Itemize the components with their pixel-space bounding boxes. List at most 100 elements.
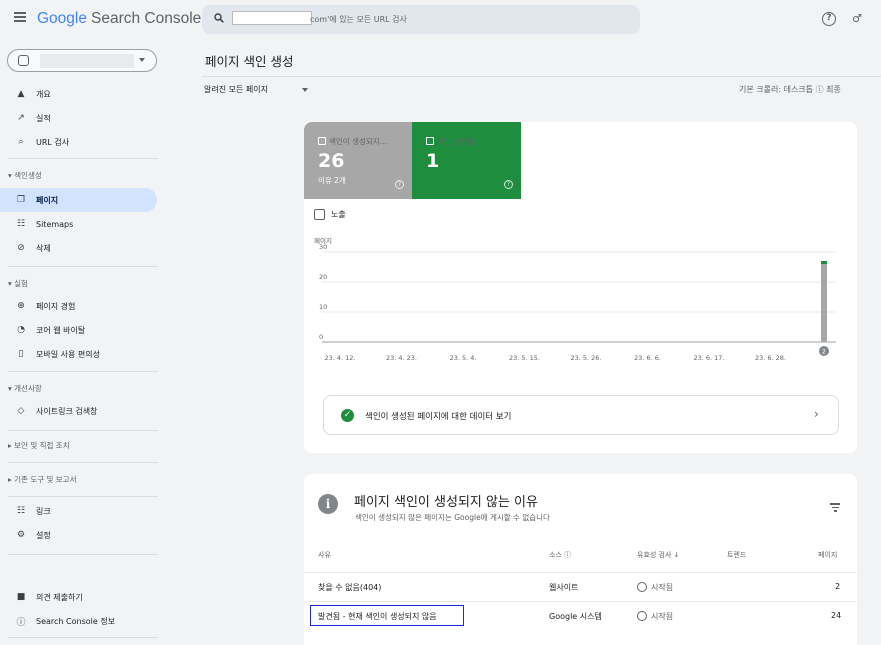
chevron-down-icon[interactable] xyxy=(302,88,308,92)
column-header-pages[interactable]: 페이지 xyxy=(818,550,837,560)
menu-icon[interactable] xyxy=(14,12,26,22)
sidebar-item-pages[interactable]: ❐ 페이지 xyxy=(0,188,157,212)
x-tick-label: 23. 6. 6. xyxy=(634,354,661,362)
section-security[interactable]: ▸ 보안 및 직접 조치 xyxy=(8,440,70,451)
clock-icon xyxy=(637,611,647,621)
help-icon[interactable]: ? xyxy=(395,180,404,189)
column-header-validation[interactable]: 유효성 검사 ↓ xyxy=(637,550,680,560)
reasons-title: 페이지 색인이 생성되지 않는 이유 xyxy=(354,495,538,510)
remove-icon: ⊘ xyxy=(17,243,25,253)
x-tick-label: 23. 4. 23. xyxy=(386,354,417,362)
sidebar-item-performance[interactable]: ↗ 실적 xyxy=(0,106,168,130)
view-indexed-label: 색인이 생성된 페이지에 대한 데이터 보기 xyxy=(365,412,512,422)
impressions-toggle[interactable]: 노출 xyxy=(314,209,346,220)
clock-icon xyxy=(637,582,647,592)
sidebar-item-feedback[interactable]: ■ 의견 제출하기 xyxy=(0,585,168,609)
x-tick-label: 23. 6. 28. xyxy=(755,354,786,362)
column-header-source[interactable]: 소스 ⓘ xyxy=(549,550,571,560)
chevron-right-icon: › xyxy=(814,407,819,421)
sidebar-item-url-inspect[interactable]: ⌕ URL 검사 xyxy=(0,130,168,154)
y-tick-label: 0 xyxy=(319,333,323,341)
section-enhancements[interactable]: ▾ 개선사항 xyxy=(8,383,42,394)
help-icon[interactable]: ? xyxy=(822,12,836,26)
sidebar-item-about[interactable]: ⓘ Search Console 정보 xyxy=(0,609,168,633)
plus-circle-icon: ⊕ xyxy=(17,301,25,311)
x-tick-label: 23. 6. 17. xyxy=(693,354,724,362)
table-row[interactable]: 찾을 수 없음(404) 웹사이트 시작됨 2 xyxy=(304,572,857,600)
tile-value: 26 xyxy=(318,150,345,172)
row-reason: 발견됨 - 현재 색인이 생성되지 않음 xyxy=(318,612,437,621)
section-experience[interactable]: ▾ 실험 xyxy=(8,278,28,289)
table-row[interactable]: 발견됨 - 현재 색인이 생성되지 않음 Google 시스템 시작됨 24 xyxy=(304,601,857,629)
y-tick-label: 30 xyxy=(319,243,327,251)
bar-indexed xyxy=(821,261,827,264)
account-icon[interactable]: ♂ xyxy=(852,12,862,25)
sidebar-item-links[interactable]: ☷ 링크 xyxy=(0,499,168,523)
tile-label: 색인이 생성되지... xyxy=(318,136,387,147)
section-legacy[interactable]: ▸ 기존 도구 및 보고서 xyxy=(8,474,77,485)
divider xyxy=(8,496,158,497)
divider xyxy=(8,462,158,463)
divider xyxy=(8,637,158,638)
row-validation: 시작됨 xyxy=(637,582,673,593)
page-filter-dropdown[interactable]: 알려진 모든 페이지 xyxy=(204,84,268,95)
crawler-info: 기본 크롤러: 데스크톱 ⓘ 최종 xyxy=(739,85,841,94)
column-header-trend[interactable]: 트렌드 xyxy=(727,550,746,560)
help-icon[interactable]: ? xyxy=(504,180,513,189)
sidebar-item-mobile-usability[interactable]: ▯ 모바일 사용 편의성 xyxy=(0,342,168,366)
home-icon: ▲ xyxy=(17,89,25,99)
redacted-property xyxy=(40,54,134,68)
sidebar-item-sitelinks-searchbox[interactable]: ◇ 사이트링크 검색창 xyxy=(0,399,168,423)
links-icon: ☷ xyxy=(16,506,26,516)
pages-icon: ❐ xyxy=(16,195,26,205)
reasons-subtitle: 색인이 생성되지 않은 페이지는 Google에 게시할 수 없습니다 xyxy=(355,513,550,522)
sidebar-item-label: URL 검사 xyxy=(36,137,70,147)
info-icon: ⓘ xyxy=(16,617,26,628)
impressions-label: 노출 xyxy=(331,210,346,219)
sitemap-icon: ☷ xyxy=(16,219,26,229)
sidebar-item-overview[interactable]: ▲ 개요 xyxy=(0,82,168,106)
x-tick-label: 23. 5. 15. xyxy=(509,354,540,362)
filter-bar: 알려진 모든 페이지 기본 크롤러: 데스크톱 ⓘ 최종 xyxy=(202,76,881,100)
filter-icon[interactable] xyxy=(830,503,840,514)
sidebar-item-label: 실적 xyxy=(36,113,51,123)
search-icon xyxy=(214,13,224,23)
y-tick-label: 20 xyxy=(319,273,327,281)
sidebar-item-core-web-vitals[interactable]: ◔ 코어 웹 바이탈 xyxy=(0,318,168,342)
sidebar-item-label: 링크 xyxy=(36,506,51,516)
sidebar-item-removals[interactable]: ⊘ 삭제 xyxy=(0,236,168,260)
sidebar-item-settings[interactable]: ⚙ 설정 xyxy=(0,523,168,547)
divider xyxy=(8,266,158,267)
section-indexing[interactable]: ▾ 색인생성 xyxy=(8,170,42,181)
annotation-label: 2 xyxy=(822,348,826,356)
sidebar-item-label: Search Console 정보 xyxy=(36,616,116,626)
bar-not-indexed xyxy=(821,264,827,342)
property-icon xyxy=(18,55,29,66)
row-pages: 24 xyxy=(831,611,842,620)
feedback-icon: ■ xyxy=(16,592,26,602)
x-tick-label: 23. 4. 12. xyxy=(324,354,355,362)
gauge-icon: ◔ xyxy=(17,325,25,335)
tile-not-indexed[interactable]: 색인이 생성되지... 26 이유 2개 ? xyxy=(304,122,412,199)
column-header-reason[interactable]: 사유 xyxy=(318,550,331,560)
y-tick-label: 10 xyxy=(319,303,327,311)
x-tick-label: 23. 5. 4. xyxy=(450,354,477,362)
diamond-icon: ◇ xyxy=(17,406,25,416)
sidebar-item-sitemaps[interactable]: ☷ Sitemaps xyxy=(0,212,168,236)
redacted-domain xyxy=(232,11,312,25)
phone-icon: ▯ xyxy=(18,349,24,359)
app-logo[interactable]: Google Search Console xyxy=(37,10,201,28)
row-validation: 시작됨 xyxy=(637,611,673,622)
tile-indexed[interactable]: 색인 생성됨 1 ? xyxy=(412,122,521,199)
property-selector[interactable] xyxy=(7,49,157,72)
logo-google: Google xyxy=(37,10,87,27)
tile-sub: 이유 2개 xyxy=(318,176,346,185)
search-icon: ⌕ xyxy=(18,137,24,147)
divider xyxy=(8,430,158,431)
sidebar-item-page-experience[interactable]: ⊕ 페이지 경험 xyxy=(0,294,168,318)
url-inspect-search[interactable]: com'에 있는 모든 URL 검사 xyxy=(202,5,640,34)
search-input[interactable]: com'에 있는 모든 URL 검사 xyxy=(310,14,407,25)
view-indexed-data-link[interactable]: ✓ 색인이 생성된 페이지에 대한 데이터 보기 › xyxy=(323,395,839,435)
trend-icon: ↗ xyxy=(17,113,25,123)
row-source: 웹사이트 xyxy=(549,583,579,592)
